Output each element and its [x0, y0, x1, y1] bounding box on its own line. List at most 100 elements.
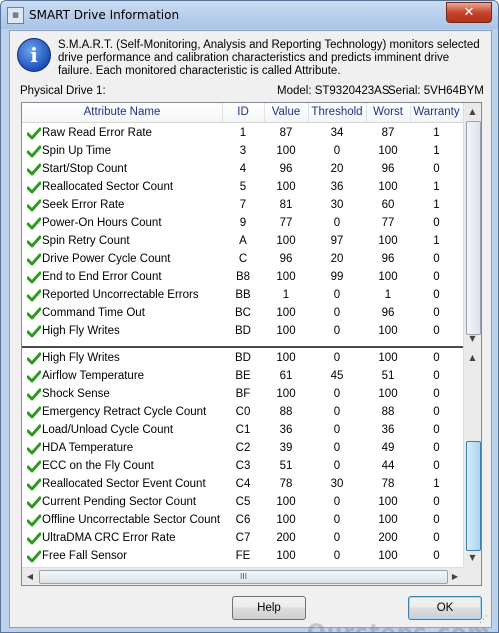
upper-scroll-thumb[interactable] — [466, 121, 481, 335]
col-worst-cell: 100 — [378, 496, 398, 508]
watermark: Oursteps.com.au — [307, 621, 498, 632]
col-value-cell: 100 — [276, 235, 296, 247]
col-worst-header[interactable]: Worst — [366, 103, 411, 122]
col-warranty-cell: 0 — [433, 253, 440, 265]
col-attribute-name-cell: Load/Unload Cycle Count — [42, 424, 174, 436]
vertical-scrollbar[interactable]: ▲ ▼ ▲ ▼ — [463, 103, 481, 567]
col-worst-cell: 49 — [381, 442, 395, 454]
table-row[interactable]: Drive Power Cycle Count C 96 20 96 0 — [22, 250, 463, 268]
table-row[interactable]: Reallocated Sector Event Count C4 78 30 78 1 — [22, 475, 463, 493]
scroll-left-button[interactable]: ◀ — [22, 569, 38, 584]
ok-button[interactable]: OK — [408, 596, 482, 620]
col-value-cell: 100 — [276, 352, 296, 364]
table-row[interactable]: UltraDMA CRC Error Rate C7 200 0 200 0 — [22, 529, 463, 547]
serial-label: Serial: 5VH64BYM — [388, 85, 484, 97]
col-threshold-cell: 0 — [333, 532, 341, 544]
title-bar[interactable]: ▦ SMART Drive Information ✕ — [1, 1, 498, 29]
col-warranty-cell: 0 — [433, 460, 440, 472]
info-description: S.M.A.R.T. (Self-Monitoring, Analysis an… — [58, 39, 480, 77]
table-row[interactable]: Free Fall Sensor FE 100 0 100 0 — [22, 547, 463, 565]
help-button[interactable]: Help — [232, 596, 306, 620]
col-warranty-cell: 1 — [433, 478, 440, 490]
table-row[interactable]: ECC on the Fly Count C3 51 0 44 0 — [22, 457, 463, 475]
col-warranty-header[interactable]: Warranty — [410, 103, 464, 122]
table-row[interactable]: Shock Sense BF 100 0 100 0 — [22, 385, 463, 403]
col-threshold-header[interactable]: Threshold — [308, 103, 367, 122]
table-row[interactable]: High Fly Writes BD 100 0 100 0 — [22, 349, 463, 367]
col-id-cell: BD — [235, 352, 251, 364]
col-value-cell: 77 — [279, 217, 293, 229]
col-threshold-cell: 45 — [330, 370, 344, 382]
table-row[interactable]: Airflow Temperature BE 61 45 51 0 — [22, 367, 463, 385]
table-row[interactable]: Load/Unload Cycle Count C1 36 0 36 0 — [22, 421, 463, 439]
horizontal-scroll-thumb[interactable]: III — [39, 570, 448, 584]
col-value-cell: 88 — [279, 406, 293, 418]
horizontal-scrollbar[interactable]: ◀ III ▶ — [22, 567, 463, 585]
resize-grip-icon[interactable]: ⋰ — [479, 615, 488, 625]
col-value-header[interactable]: Value — [264, 103, 309, 122]
col-worst-cell: 100 — [378, 325, 398, 337]
col-threshold-cell: 99 — [330, 271, 344, 283]
smart-window: ▦ SMART Drive Information ✕ i S.M.A.R.T.… — [0, 0, 499, 633]
col-id-cell: C0 — [235, 406, 251, 418]
scroll-up-button[interactable]: ▲ — [465, 104, 480, 120]
scroll-up-button-lower[interactable]: ▲ — [465, 350, 480, 366]
col-threshold-cell: 0 — [333, 424, 341, 436]
scroll-right-button[interactable]: ▶ — [447, 569, 463, 584]
table-row[interactable]: Reported Uncorrectable Errors BB 1 0 1 0 — [22, 286, 463, 304]
col-worst-cell: 1 — [384, 289, 392, 301]
table-row[interactable]: High Fly Writes BD 100 0 100 0 — [22, 322, 463, 340]
col-value-cell: 39 — [279, 442, 293, 454]
col-worst-cell: 88 — [381, 406, 395, 418]
table-row[interactable]: Emergency Retract Cycle Count C0 88 0 88 0 — [22, 403, 463, 421]
col-id-cell: C6 — [235, 514, 251, 526]
col-value-cell: 78 — [279, 478, 293, 490]
col-id-cell: C1 — [235, 424, 251, 436]
col-id-header[interactable]: ID — [222, 103, 265, 122]
scroll-down-button-lower[interactable]: ▼ — [465, 550, 480, 566]
col-worst-cell: 87 — [381, 127, 395, 139]
col-id-cell: BB — [235, 289, 251, 301]
close-button[interactable]: ✕ — [446, 2, 492, 23]
table-row[interactable]: Raw Read Error Rate 1 87 34 87 1 — [22, 124, 463, 142]
col-worst-cell: 96 — [381, 163, 395, 175]
col-id-cell: 9 — [239, 217, 247, 229]
col-worst-cell: 77 — [381, 217, 395, 229]
attribute-table[interactable]: Attribute Name ID Value Threshold Worst Warra… — [21, 102, 482, 586]
col-id-cell: C5 — [235, 496, 251, 508]
table-row[interactable]: Seek Error Rate 7 81 30 60 1 — [22, 196, 463, 214]
col-id-cell: BF — [235, 388, 251, 400]
pane-splitter[interactable] — [22, 346, 463, 348]
table-row[interactable]: Spin Retry Count A 100 97 100 1 — [22, 232, 463, 250]
table-row[interactable]: HDA Temperature C2 39 0 49 0 — [22, 439, 463, 457]
col-attribute-name-header[interactable]: Attribute Name — [22, 103, 223, 122]
table-row[interactable]: Power-On Hours Count 9 77 0 77 0 — [22, 214, 463, 232]
col-id-cell: C7 — [235, 532, 251, 544]
table-row[interactable]: Reallocated Sector Count 5 100 36 100 1 — [22, 178, 463, 196]
scroll-corner — [463, 567, 481, 585]
col-warranty-cell: 0 — [433, 388, 440, 400]
table-row[interactable]: Offline Uncorrectable Sector Count C6 100 0… — [22, 511, 463, 529]
table-row[interactable]: Command Time Out BC 100 0 96 0 — [22, 304, 463, 322]
col-warranty-cell: 0 — [433, 424, 440, 436]
col-attribute-name-cell: High Fly Writes — [42, 352, 120, 364]
table-row[interactable]: End to End Error Count B8 100 99 100 0 — [22, 268, 463, 286]
col-attribute-name-cell: UltraDMA CRC Error Rate — [42, 532, 176, 544]
table-row[interactable]: Start/Stop Count 4 96 20 96 0 — [22, 160, 463, 178]
col-value-cell: 51 — [279, 460, 293, 472]
scroll-down-button[interactable]: ▼ — [465, 331, 480, 347]
table-header: Attribute Name ID Value Threshold Worst Warra… — [22, 103, 464, 123]
dialog-client: i S.M.A.R.T. (Self-Monitoring, Analysis … — [9, 30, 498, 632]
table-row[interactable]: Spin Up Time 3 100 0 100 1 — [22, 142, 463, 160]
col-attribute-name-cell: Reallocated Sector Event Count — [42, 478, 206, 490]
col-attribute-name-cell: Free Fall Sensor — [42, 550, 128, 562]
col-warranty-cell: 0 — [433, 352, 440, 364]
col-attribute-name-cell: End to End Error Count — [42, 271, 162, 283]
col-threshold-cell: 97 — [330, 235, 344, 247]
col-id-cell: 4 — [239, 163, 247, 175]
lower-scroll-thumb[interactable] — [466, 441, 481, 551]
col-threshold-cell: 0 — [333, 406, 341, 418]
col-value-cell: 100 — [276, 496, 296, 508]
col-id-cell: C2 — [235, 442, 251, 454]
table-row[interactable]: Current Pending Sector Count C5 100 0 100 0 — [22, 493, 463, 511]
